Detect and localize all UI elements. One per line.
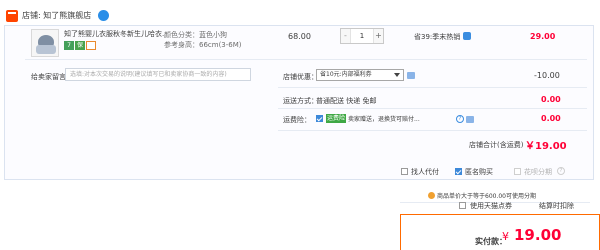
insurance-checkbox[interactable] <box>316 115 323 122</box>
seven-day-return-badge: 7 <box>64 41 74 50</box>
settlement-note: 结算时扣除 <box>539 202 574 210</box>
product-thumbnail[interactable] <box>31 29 59 57</box>
shop-total-label: 店铺合计(含运费) <box>469 141 524 149</box>
shipping-label: 运送方式： <box>283 97 318 105</box>
insurance-amount: 0.00 <box>541 114 561 123</box>
divider <box>278 108 587 109</box>
divider <box>25 59 587 60</box>
final-total-value: 19.00 <box>514 226 562 244</box>
sku-color: 颜色分类：蓝色小狗 <box>164 31 227 39</box>
shop-icon <box>6 10 18 22</box>
chat-bubble-icon[interactable] <box>466 116 474 123</box>
unit-price: 68.00 <box>288 32 311 41</box>
warning-icon <box>428 192 435 199</box>
discount-label: 店铺优惠： <box>283 73 318 81</box>
wangwang-chat-icon[interactable] <box>98 10 109 21</box>
chat-bubble-icon[interactable] <box>407 72 415 79</box>
shipping-method: 普通配送 快递 免邮 <box>316 97 377 105</box>
installment-checkbox[interactable] <box>514 168 521 175</box>
product-title[interactable]: 知了熊婴儿衣服秋冬新生儿哈衣... <box>64 29 164 39</box>
divider <box>278 130 587 131</box>
shop-discount-select[interactable]: 省10元:内部福利券 <box>316 69 404 81</box>
quantity-stepper: - 1 + <box>340 28 384 44</box>
decrease-quantity-button[interactable]: - <box>341 29 351 43</box>
proxy-pay-checkbox[interactable] <box>401 168 408 175</box>
tmall-points-label[interactable]: 使用天猫点券 <box>470 201 512 211</box>
chevron-down-icon <box>394 73 400 77</box>
insurance-badge: 运费险 <box>326 114 346 123</box>
shop-total-value: ￥19.00 <box>525 141 567 152</box>
sku-size: 参考身高：66cm(3-6M) <box>164 41 242 49</box>
shop-discount-selected: 省10元:内部福利券 <box>320 71 372 78</box>
promotion-info-icon[interactable] <box>463 32 471 40</box>
installment-label: 花呗分期 <box>524 168 552 176</box>
insurance-label: 运费险： <box>283 116 311 124</box>
quantity-input[interactable]: 1 <box>351 29 373 43</box>
help-icon[interactable]: ? <box>456 115 464 123</box>
tmall-points-checkbox[interactable] <box>459 202 466 209</box>
installment-note: 商品单价大于等于600.00可使用分期 <box>437 193 536 200</box>
help-icon[interactable]: ? <box>557 167 565 175</box>
anonymous-checkbox[interactable] <box>455 168 462 175</box>
item-promotion: 省39:季末热销 <box>414 33 461 41</box>
increase-quantity-button[interactable]: + <box>373 29 383 43</box>
shipping-amount: 0.00 <box>541 95 561 104</box>
currency-symbol: ¥ <box>502 230 509 243</box>
seller-message-input[interactable]: 选填:对本次交易的说明(建议填写已和卖家协商一致的内容) <box>65 68 251 81</box>
discount-amount: -10.00 <box>534 71 560 80</box>
anonymous-label[interactable]: 匿名购买 <box>465 167 493 177</box>
guarantee-badge: 保 <box>75 41 85 50</box>
insurance-description: 卖家赠送，退换货可赔付... <box>348 116 420 123</box>
card-payment-badge <box>86 41 96 50</box>
proxy-pay-label[interactable]: 找人代付 <box>411 167 439 177</box>
item-subtotal: 29.00 <box>530 32 556 41</box>
shop-name[interactable]: 店铺: 知了熊旗舰店 <box>22 10 91 21</box>
divider <box>278 87 587 88</box>
